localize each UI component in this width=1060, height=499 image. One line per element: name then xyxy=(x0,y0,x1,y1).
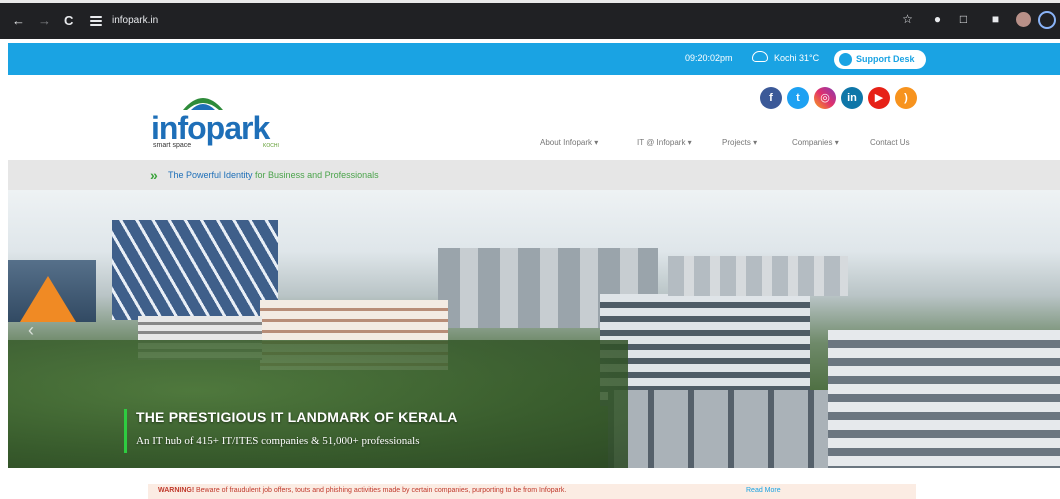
read-more-link[interactable]: Read More xyxy=(746,487,781,494)
distant-towers xyxy=(668,256,848,296)
nav-companies[interactable]: Companies ▾ xyxy=(792,138,839,147)
star-icon[interactable]: ☆ xyxy=(900,12,915,27)
tagline-bar: » The Powerful Identity for Business and… xyxy=(8,160,1060,190)
cloud-icon xyxy=(752,51,768,62)
site-header: infopark smart space KOCHI f t ◎ in ▶ ) … xyxy=(8,75,1060,160)
browser-toolbar: ← → C infopark.in ☆ ● □ ■ xyxy=(0,0,1060,39)
fraud-warning-banner: WARNING! Beware of fraudulent job offers… xyxy=(148,484,916,499)
tree-canopy xyxy=(8,340,628,468)
hero-subline: An IT hub of 415+ IT/ITES companies & 51… xyxy=(136,435,420,447)
warning-text: Beware of fraudulent job offers, touts a… xyxy=(196,487,567,494)
current-time: 09:20:02pm xyxy=(685,53,733,63)
hero-headline: THE PRESTIGIOUS IT LANDMARK OF KERALA xyxy=(136,409,458,425)
youtube-icon[interactable]: ▶ xyxy=(868,87,890,109)
site-info-icon[interactable] xyxy=(90,14,102,26)
support-desk-button[interactable]: Support Desk xyxy=(834,50,926,69)
reload-icon[interactable]: C xyxy=(64,13,73,28)
instagram-icon[interactable]: ◎ xyxy=(814,87,836,109)
weather-readout: Kochi 31°C xyxy=(774,53,820,63)
nav-about-infopark[interactable]: About Infopark ▾ xyxy=(540,138,598,147)
profile-avatar[interactable] xyxy=(1016,12,1031,27)
top-info-bar: 09:20:02pm Kochi 31°C Support Desk xyxy=(8,43,1060,75)
infopark-logo[interactable]: infopark smart space KOCHI xyxy=(151,88,301,149)
nav-projects[interactable]: Projects ▾ xyxy=(722,138,757,147)
building-lattice-tower xyxy=(112,220,278,320)
tagline-text: The Powerful Identity for Business and P… xyxy=(168,170,379,180)
twitter-icon[interactable]: t xyxy=(787,87,809,109)
linkedin-icon[interactable]: in xyxy=(841,87,863,109)
forward-arrow-icon[interactable]: → xyxy=(38,13,51,28)
support-desk-label: Support Desk xyxy=(856,54,915,64)
facebook-icon[interactable]: f xyxy=(760,87,782,109)
logo-location: KOCHI xyxy=(263,143,279,149)
back-arrow-icon[interactable]: ← xyxy=(12,13,25,28)
building-front-bottom xyxy=(608,390,828,468)
rss-icon[interactable]: ) xyxy=(895,87,917,109)
nav-contact-us[interactable]: Contact Us xyxy=(870,138,910,147)
warning-label: WARNING! xyxy=(158,487,195,494)
double-chevron-right-icon: » xyxy=(150,167,158,183)
hero-banner[interactable]: ‹ THE PRESTIGIOUS IT LANDMARK OF KERALA … xyxy=(8,190,1060,468)
puzzle-icon[interactable]: □ xyxy=(956,12,971,27)
building-orange-triangle xyxy=(20,276,76,322)
headline-accent-bar xyxy=(124,409,127,453)
sidebar-icon[interactable]: ■ xyxy=(988,12,1003,27)
building-front-right xyxy=(828,330,1060,468)
roof-icon xyxy=(183,98,223,110)
chrome-menu-icon[interactable] xyxy=(1038,11,1056,29)
logo-tagline: smart space xyxy=(153,142,192,149)
support-icon xyxy=(839,53,852,66)
chevron-left-icon[interactable]: ‹ xyxy=(28,320,34,341)
nav-it-at-infopark[interactable]: IT @ Infopark ▾ xyxy=(637,138,692,147)
extension-icon[interactable]: ● xyxy=(930,12,945,27)
address-bar[interactable]: infopark.in xyxy=(112,15,158,26)
